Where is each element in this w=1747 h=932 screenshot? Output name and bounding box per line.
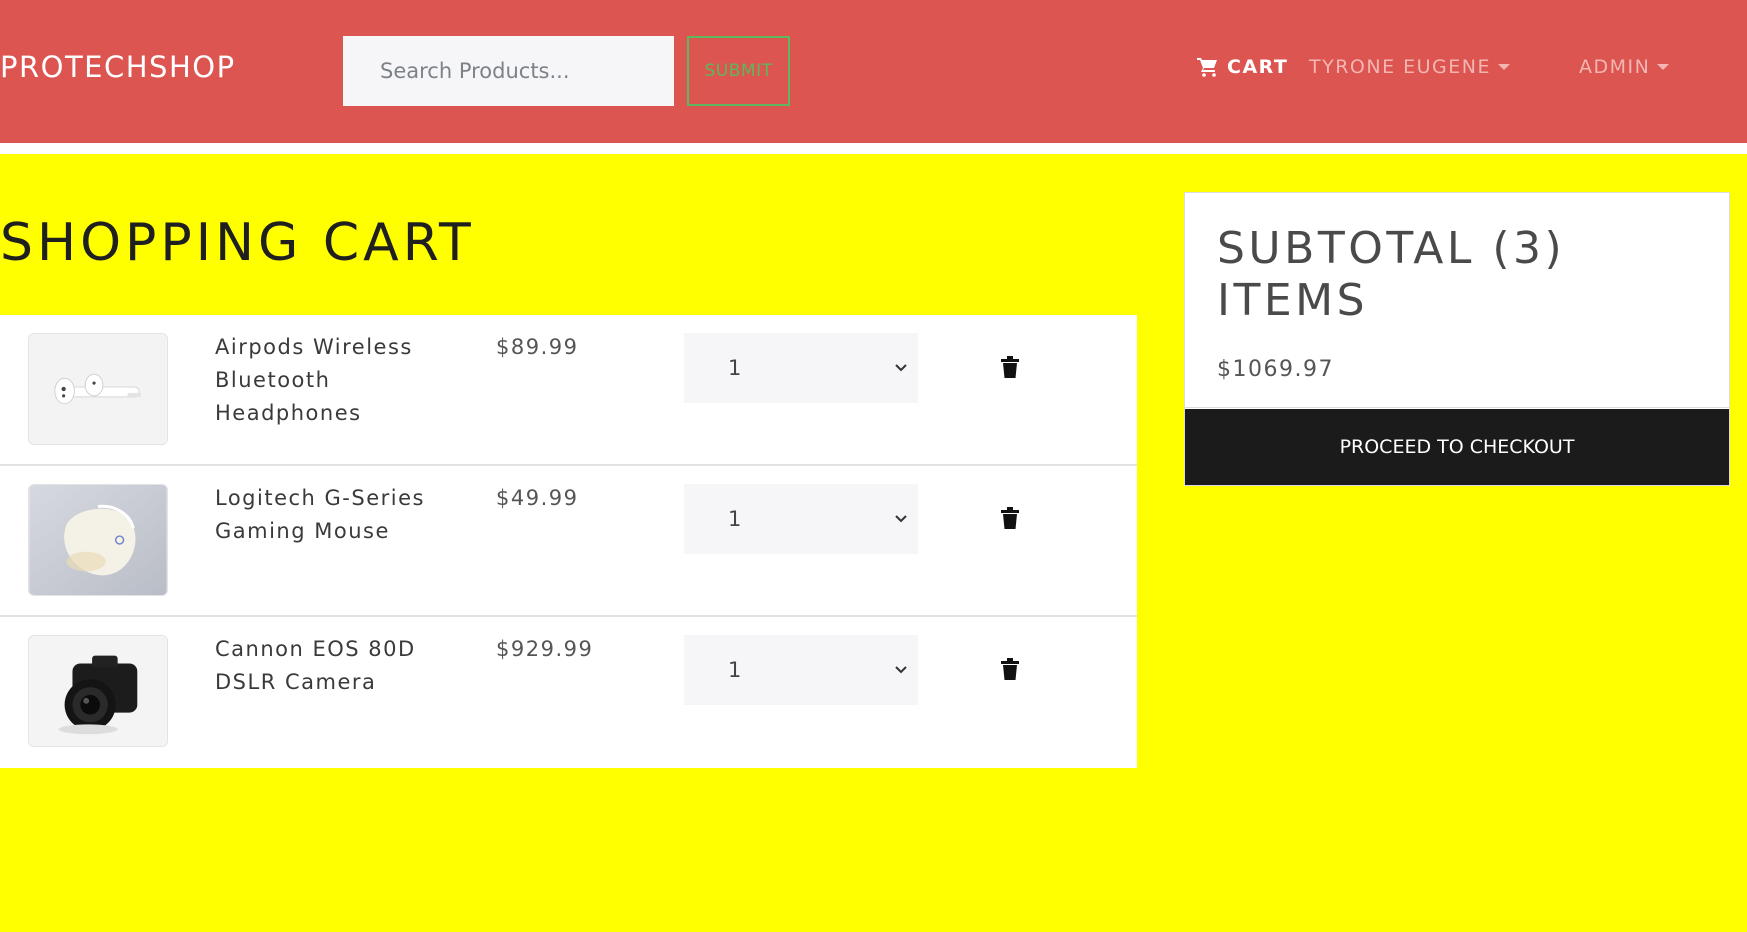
nav-cart-link[interactable]: CART: [1197, 56, 1288, 78]
nav-cart-label: CART: [1227, 56, 1289, 78]
summary-divider: [1185, 407, 1729, 408]
caret-down-icon: [1497, 64, 1510, 70]
quantity-select[interactable]: 1: [684, 635, 918, 705]
quantity-value: 1: [728, 356, 742, 380]
caret-down-icon: [1657, 64, 1670, 70]
cart-item-row: Cannon EOS 80D DSLR Camera $929.99 1: [0, 617, 1137, 768]
chevron-down-icon: [895, 515, 907, 523]
search-input[interactable]: [343, 36, 674, 106]
cart-item-price: $49.99: [496, 486, 579, 510]
airpods-image[interactable]: [28, 333, 168, 445]
header-divider: [0, 143, 1747, 154]
user-dropdown[interactable]: TYRONE EUGENE: [1309, 56, 1510, 78]
order-summary-card: SUBTOTAL (3) ITEMS $1069.97 PROCEED TO C…: [1184, 192, 1730, 486]
cart-item-list: Airpods Wireless Bluetooth Headphones $8…: [0, 315, 1137, 768]
quantity-select[interactable]: 1: [684, 333, 918, 403]
brand-logo[interactable]: PROTECHSHOP: [0, 50, 236, 84]
search-submit-button[interactable]: SUBMIT: [687, 36, 790, 106]
trash-icon[interactable]: [1000, 356, 1020, 378]
camera-image[interactable]: [28, 635, 168, 747]
trash-icon[interactable]: [1000, 658, 1020, 680]
quantity-value: 1: [728, 507, 742, 531]
top-navbar: PROTECHSHOP SUBMIT CART TYRONE EUGENE AD…: [0, 0, 1747, 143]
quantity-select[interactable]: 1: [684, 484, 918, 554]
admin-dropdown[interactable]: ADMIN: [1579, 56, 1670, 78]
cart-item-row: Logitech G-Series Gaming Mouse $49.99 1: [0, 466, 1137, 617]
cart-item-name[interactable]: Cannon EOS 80D DSLR Camera: [215, 633, 455, 699]
trash-icon[interactable]: [1000, 507, 1020, 529]
cart-item-price: $929.99: [496, 637, 594, 661]
cart-item-price: $89.99: [496, 335, 579, 359]
quantity-value: 1: [728, 658, 742, 682]
user-dropdown-label: TYRONE EUGENE: [1309, 56, 1491, 78]
cart-item-row: Airpods Wireless Bluetooth Headphones $8…: [0, 315, 1137, 466]
cart-item-name[interactable]: Airpods Wireless Bluetooth Headphones: [215, 331, 455, 430]
subtotal-amount: $1069.97: [1217, 357, 1334, 382]
page-title: SHOPPING CART: [0, 213, 475, 273]
chevron-down-icon: [895, 666, 907, 674]
cart-icon: [1197, 58, 1217, 77]
subtotal-heading: SUBTOTAL (3) ITEMS: [1217, 223, 1566, 326]
admin-dropdown-label: ADMIN: [1579, 56, 1651, 78]
cart-item-name[interactable]: Logitech G-Series Gaming Mouse: [215, 482, 455, 548]
chevron-down-icon: [895, 364, 907, 372]
proceed-to-checkout-button[interactable]: PROCEED TO CHECKOUT: [1185, 409, 1729, 485]
mouse-image[interactable]: [28, 484, 168, 596]
